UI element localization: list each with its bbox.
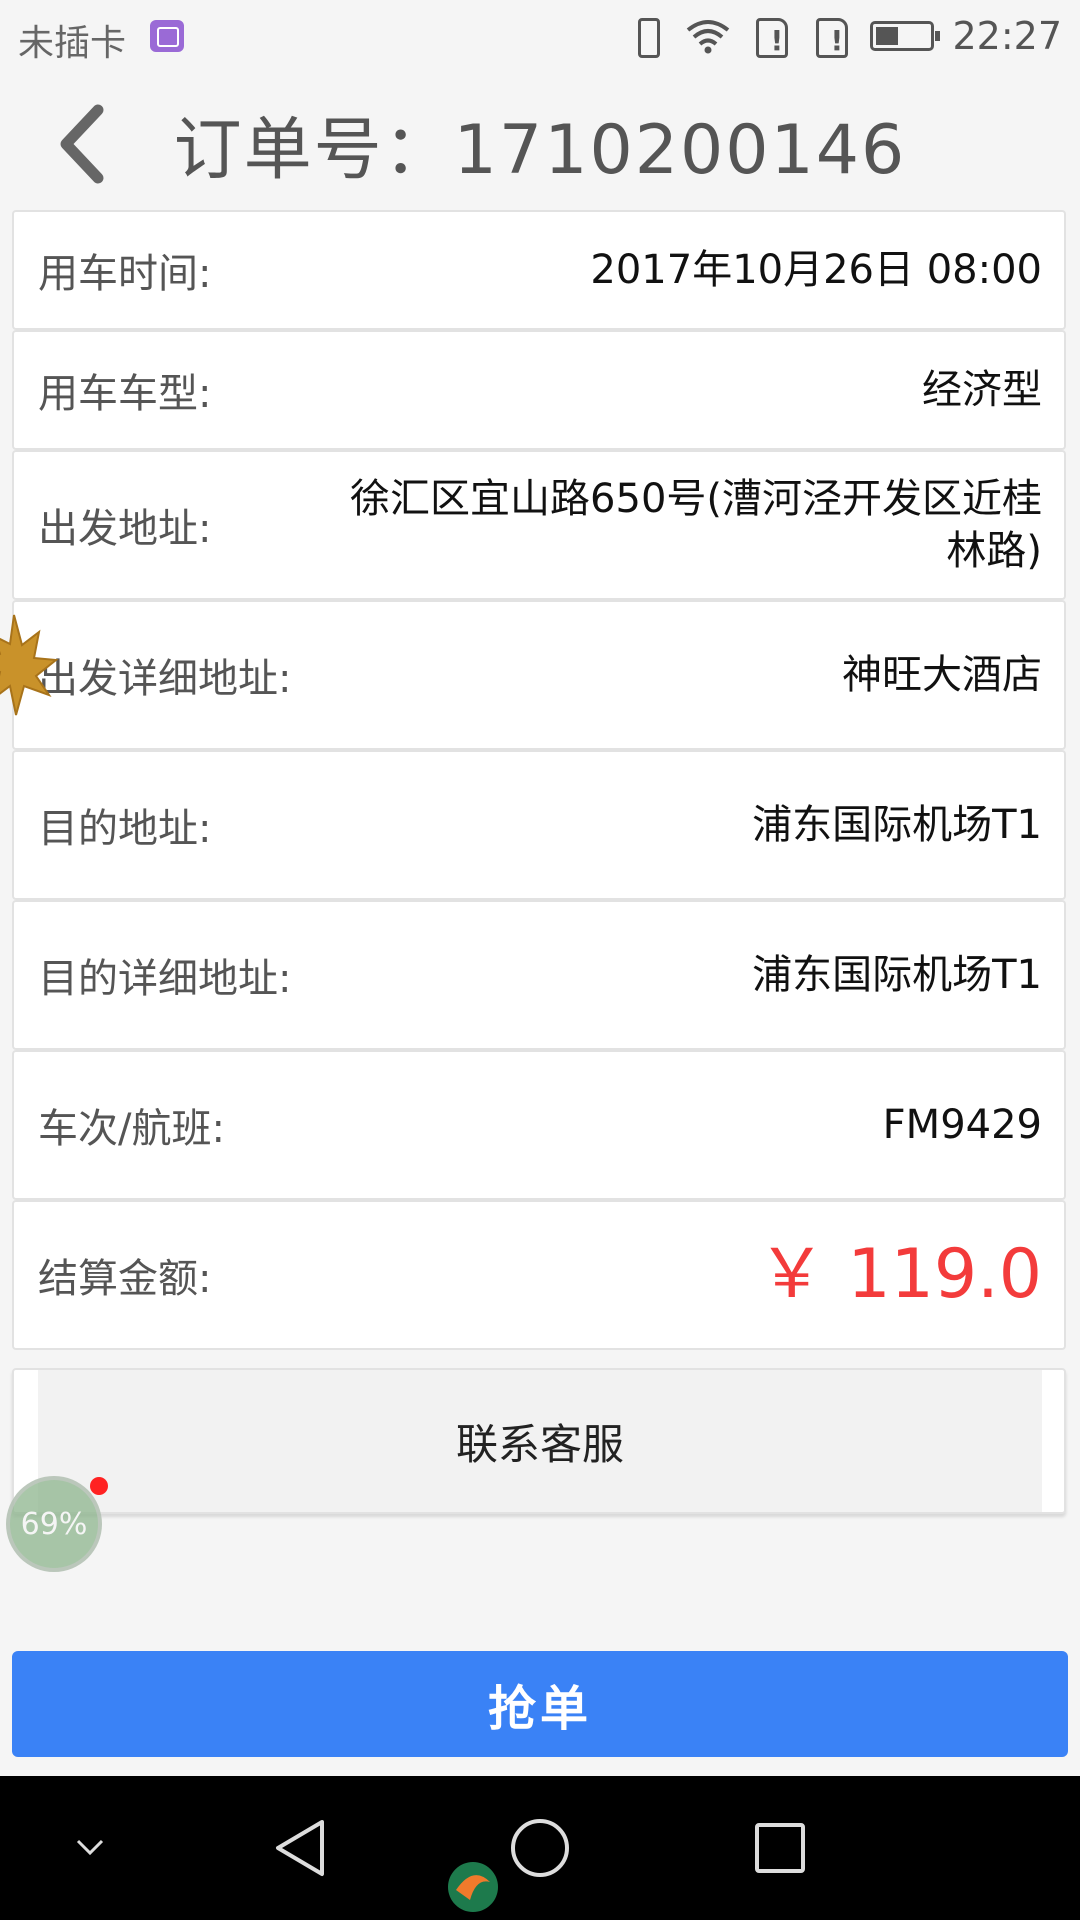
row-label: 结算金额:: [38, 1256, 212, 1302]
row-label: 用车车型:: [38, 371, 212, 417]
vibrate-icon: [628, 16, 666, 58]
status-icons: 22:27: [628, 10, 1062, 62]
page-title: 订单号：1710200146: [173, 111, 907, 190]
floating-memory-widget[interactable]: 69%: [6, 1476, 102, 1572]
row-vehicle-type: 用车车型: 经济型: [12, 330, 1066, 450]
sim-alert-icon: [750, 14, 792, 58]
carrier-text: 未插卡: [18, 23, 127, 64]
settlement-amount: ￥ 119.0: [757, 1235, 1042, 1314]
notification-dot: [90, 1477, 108, 1495]
row-value: 神旺大酒店: [842, 652, 1042, 698]
contact-service-button[interactable]: 联系客服: [12, 1368, 1066, 1514]
row-value: 浦东国际机场T1: [752, 952, 1042, 998]
back-triangle-icon[interactable]: [260, 1776, 340, 1920]
status-bar: 未插卡 22:27: [0, 0, 1080, 72]
row-value: 2017年10月26日 08:00: [590, 247, 1042, 293]
battery-icon: [870, 21, 941, 51]
navigation-bar: [0, 1776, 1080, 1920]
row-value: 浦东国际机场T1: [752, 802, 1042, 848]
clock: 22:27: [952, 14, 1062, 58]
order-info-list: 用车时间: 2017年10月26日 08:00 用车车型: 经济型 出发地址: …: [12, 210, 1066, 1350]
row-pickup-time: 用车时间: 2017年10月26日 08:00: [12, 210, 1066, 330]
recents-square-icon[interactable]: [740, 1776, 820, 1920]
row-flight-number: 车次/航班: FM9429: [12, 1050, 1066, 1200]
row-destination-address: 目的地址: 浦东国际机场T1: [12, 750, 1066, 900]
row-value: 经济型: [922, 367, 1042, 413]
sim-alert-icon: [810, 14, 852, 58]
row-label: 目的详细地址:: [38, 956, 292, 1002]
row-label: 出发详细地址:: [38, 656, 292, 702]
chevron-down-icon[interactable]: [60, 1776, 120, 1920]
row-departure-address: 出发地址: 徐汇区宜山路650号(漕河泾开发区近桂林路): [12, 450, 1066, 600]
row-label: 出发地址:: [38, 506, 212, 552]
gallery-icon: [150, 20, 184, 52]
wifi-icon: [687, 20, 730, 54]
row-departure-detail: 出发详细地址: 神旺大酒店: [12, 600, 1066, 750]
grab-order-button[interactable]: 抢单: [12, 1651, 1068, 1757]
row-label: 目的地址:: [38, 806, 212, 852]
row-label: 用车时间:: [38, 251, 212, 297]
home-circle-icon[interactable]: [500, 1776, 580, 1920]
app-logo-icon: [448, 1862, 498, 1912]
row-value: 徐汇区宜山路650号(漕河泾开发区近桂林路): [350, 476, 1042, 574]
maple-leaf-icon: [0, 614, 59, 716]
row-settlement-amount: 结算金额: ￥ 119.0: [12, 1200, 1066, 1350]
row-label: 车次/航班:: [38, 1106, 225, 1152]
row-destination-detail: 目的详细地址: 浦东国际机场T1: [12, 900, 1066, 1050]
row-value: FM9429: [882, 1102, 1042, 1148]
contact-service-label: 联系客服: [38, 1370, 1042, 1512]
header: 订单号：1710200146: [0, 72, 1080, 204]
